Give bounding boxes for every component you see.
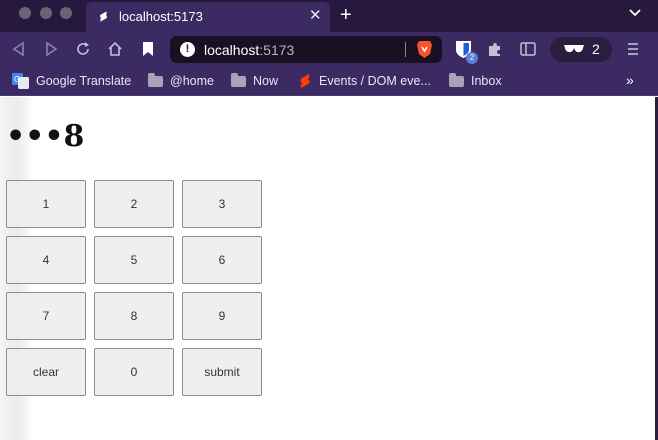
keypad: 1 2 3 4 5 6 7 8 9 clear 0 submit — [6, 180, 262, 396]
extensions-puzzle-icon[interactable] — [486, 40, 504, 58]
sunglasses-icon — [564, 45, 584, 53]
key-6-button[interactable]: 6 — [182, 236, 262, 284]
new-tab-button[interactable]: + — [340, 4, 352, 26]
key-0-button[interactable]: 0 — [94, 348, 174, 396]
private-window-count: 2 — [592, 41, 600, 57]
reload-icon[interactable] — [74, 40, 92, 58]
url-divider — [405, 42, 406, 57]
clear-button[interactable]: clear — [6, 348, 86, 396]
google-translate-icon: G — [12, 73, 29, 89]
key-4-button[interactable]: 4 — [6, 236, 86, 284]
tab-title: localhost:5173 — [119, 9, 203, 24]
brave-shields-icon[interactable] — [416, 40, 433, 59]
forward-icon[interactable] — [42, 40, 60, 58]
address-bar[interactable]: ! localhost:5173 — [170, 36, 442, 63]
back-icon[interactable] — [10, 40, 28, 58]
svelte-favicon-icon — [100, 11, 107, 22]
minimize-window-button[interactable] — [40, 7, 52, 19]
key-9-button[interactable]: 9 — [182, 292, 262, 340]
bookmark-icon[interactable] — [139, 40, 157, 58]
url-text: localhost:5173 — [204, 42, 295, 58]
home-icon[interactable] — [106, 40, 124, 58]
folder-icon — [231, 73, 246, 87]
chevron-down-icon[interactable] — [628, 8, 642, 18]
bookmarks-overflow-button[interactable]: » — [626, 72, 634, 88]
bookmark-google-translate[interactable]: G Google Translate — [12, 73, 131, 89]
key-7-button[interactable]: 7 — [6, 292, 86, 340]
bookmarks-bar: G Google Translate @home Now Events / DO… — [0, 66, 658, 96]
tab-strip: localhost:5173 ✕ + — [0, 0, 658, 32]
key-2-button[interactable]: 2 — [94, 180, 174, 228]
navigation-toolbar: ! localhost:5173 2 2 — [0, 32, 658, 66]
bookmark-home-folder[interactable]: @home — [148, 73, 214, 89]
svg-text:G: G — [14, 75, 20, 84]
close-window-button[interactable] — [19, 7, 31, 19]
key-8-button[interactable]: 8 — [94, 292, 174, 340]
folder-icon — [148, 73, 163, 87]
bookmark-inbox-folder[interactable]: Inbox — [449, 73, 502, 89]
info-icon[interactable]: ! — [180, 42, 195, 57]
folder-icon — [449, 73, 464, 87]
submit-button[interactable]: submit — [182, 348, 262, 396]
bookmark-now-folder[interactable]: Now — [231, 73, 278, 89]
zoom-window-button[interactable] — [60, 7, 72, 19]
key-3-button[interactable]: 3 — [182, 180, 262, 228]
bookmark-events-dom[interactable]: Events / DOM eve... — [298, 73, 431, 89]
svelte-icon — [300, 74, 310, 88]
sidebar-icon[interactable] — [519, 40, 537, 58]
close-tab-icon[interactable]: ✕ — [309, 7, 322, 25]
pin-display: •••8 — [6, 119, 85, 154]
key-5-button[interactable]: 5 — [94, 236, 174, 284]
key-1-button[interactable]: 1 — [6, 180, 86, 228]
page-content: •••8 1 2 3 4 5 6 7 8 9 clear 0 submit — [0, 97, 658, 440]
extension-badge: 2 — [466, 52, 478, 64]
private-window-indicator[interactable]: 2 — [550, 37, 612, 62]
active-tab[interactable]: localhost:5173 ✕ — [86, 2, 330, 32]
hamburger-menu-icon[interactable] — [626, 42, 640, 56]
